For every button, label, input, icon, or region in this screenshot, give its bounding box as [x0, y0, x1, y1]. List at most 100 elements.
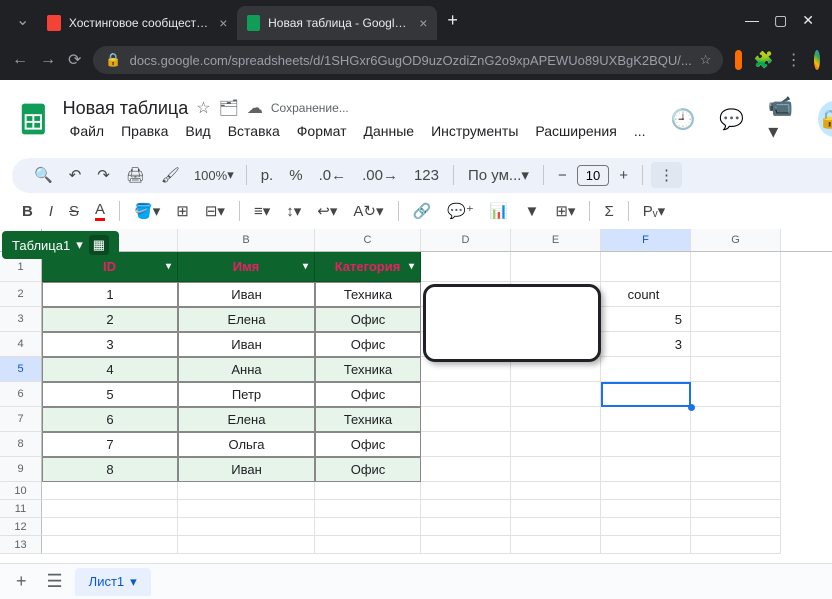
sheet-tab[interactable]: Лист1 ▾: [75, 568, 151, 596]
menu-tools[interactable]: Инструменты: [424, 121, 525, 141]
cell[interactable]: [315, 500, 421, 518]
cell[interactable]: [601, 482, 691, 500]
cell[interactable]: Иван: [178, 457, 315, 482]
cell[interactable]: Офис: [315, 382, 421, 407]
cell[interactable]: [315, 536, 421, 554]
cell[interactable]: 5: [601, 307, 691, 332]
print-button[interactable]: 🖨: [120, 162, 151, 188]
cell[interactable]: [421, 500, 511, 518]
menu-format[interactable]: Формат: [290, 121, 354, 141]
cell[interactable]: [511, 432, 601, 457]
cell[interactable]: [601, 500, 691, 518]
row-header[interactable]: 10: [0, 482, 42, 500]
cell[interactable]: [421, 382, 511, 407]
cell[interactable]: Елена: [178, 307, 315, 332]
cell[interactable]: 4: [42, 357, 178, 382]
row-header[interactable]: 8: [0, 432, 42, 457]
share-button[interactable]: 🔒⁺: [818, 101, 832, 137]
cell[interactable]: [421, 482, 511, 500]
cell[interactable]: [691, 357, 781, 382]
fill-handle[interactable]: [688, 404, 695, 411]
cell[interactable]: Техника: [315, 357, 421, 382]
reload-button[interactable]: ⟳: [68, 50, 81, 70]
chart-button[interactable]: 📊: [484, 198, 515, 224]
cell[interactable]: [691, 482, 781, 500]
cell[interactable]: [601, 432, 691, 457]
fill-color-button[interactable]: 🪣▾: [128, 198, 166, 224]
cell[interactable]: [178, 518, 315, 536]
cell[interactable]: Иван: [178, 282, 315, 307]
row-header[interactable]: 3: [0, 307, 42, 332]
cell[interactable]: [511, 518, 601, 536]
zoom-dropdown[interactable]: 100% ▾: [190, 167, 238, 183]
cell[interactable]: [421, 432, 511, 457]
cell[interactable]: 7: [42, 432, 178, 457]
cell[interactable]: [601, 382, 691, 407]
cell[interactable]: [42, 518, 178, 536]
filter-views-button[interactable]: ⊞▾: [549, 198, 581, 224]
cell[interactable]: [421, 407, 511, 432]
row-header[interactable]: 5: [0, 357, 42, 382]
cell[interactable]: Иван: [178, 332, 315, 357]
cell[interactable]: Офис: [315, 457, 421, 482]
cell[interactable]: Офис: [315, 307, 421, 332]
cell[interactable]: [421, 536, 511, 554]
filter-button[interactable]: ▼: [518, 199, 545, 224]
cell[interactable]: [691, 407, 781, 432]
document-title[interactable]: Новая таблица: [63, 98, 189, 119]
move-icon[interactable]: 🗂: [219, 98, 239, 118]
new-tab-button[interactable]: +: [437, 10, 468, 31]
italic-button[interactable]: I: [43, 199, 59, 224]
cloud-status-icon[interactable]: ☁: [247, 98, 263, 118]
browser-tab[interactable]: Новая таблица - Google Табли... ×: [237, 6, 437, 40]
table-header-cell[interactable]: Категория▾: [315, 252, 421, 282]
cell[interactable]: Елена: [178, 407, 315, 432]
link-button[interactable]: 🔗: [407, 198, 438, 224]
cell[interactable]: [178, 536, 315, 554]
all-sheets-button[interactable]: ☰: [39, 567, 71, 596]
history-icon[interactable]: 🕘: [664, 101, 701, 138]
minimize-button[interactable]: —: [745, 12, 759, 29]
search-menu-button[interactable]: 🔍: [28, 162, 59, 188]
profile-avatar[interactable]: [814, 50, 820, 70]
cell[interactable]: [691, 332, 781, 357]
cell[interactable]: Анна: [178, 357, 315, 382]
row-header[interactable]: 12: [0, 518, 42, 536]
maximize-button[interactable]: ▢: [774, 12, 787, 29]
redo-button[interactable]: ↷: [91, 162, 116, 188]
table-header-cell[interactable]: Имя▾: [178, 252, 315, 282]
col-header[interactable]: F: [601, 229, 691, 251]
currency-button[interactable]: р.: [255, 163, 280, 188]
cell[interactable]: 6: [42, 407, 178, 432]
cell[interactable]: [511, 536, 601, 554]
menu-data[interactable]: Данные: [357, 121, 422, 141]
extensions-button[interactable]: 🧩: [754, 50, 774, 70]
bold-button[interactable]: B: [16, 199, 39, 224]
toolbar-more-button[interactable]: ⋮: [651, 162, 682, 188]
close-tab-icon[interactable]: ×: [219, 15, 227, 31]
row-header[interactable]: 13: [0, 536, 42, 554]
paint-format-button[interactable]: 🖌: [155, 162, 186, 188]
cell[interactable]: [691, 282, 781, 307]
row-header[interactable]: 9: [0, 457, 42, 482]
cell[interactable]: Техника: [315, 282, 421, 307]
cell[interactable]: Техника: [315, 407, 421, 432]
undo-button[interactable]: ↶: [63, 162, 88, 188]
borders-button[interactable]: ⊞: [170, 198, 195, 224]
cell[interactable]: [601, 457, 691, 482]
sheet-tab-dropdown-icon[interactable]: ▾: [130, 574, 137, 590]
sheets-logo-icon[interactable]: [16, 101, 51, 137]
cell[interactable]: [421, 457, 511, 482]
add-sheet-button[interactable]: +: [8, 567, 35, 596]
valign-button[interactable]: ↕▾: [280, 198, 307, 224]
align-button[interactable]: ≡▾: [248, 198, 276, 224]
comment-button[interactable]: 💬⁺: [441, 198, 480, 224]
menu-edit[interactable]: Правка: [114, 121, 175, 141]
menu-insert[interactable]: Вставка: [221, 121, 287, 141]
table-icon[interactable]: ▦: [89, 235, 109, 255]
col-header[interactable]: B: [178, 229, 315, 251]
cell[interactable]: [691, 457, 781, 482]
cell[interactable]: [511, 482, 601, 500]
functions-button[interactable]: Σ: [598, 199, 619, 224]
cell[interactable]: [601, 252, 691, 282]
